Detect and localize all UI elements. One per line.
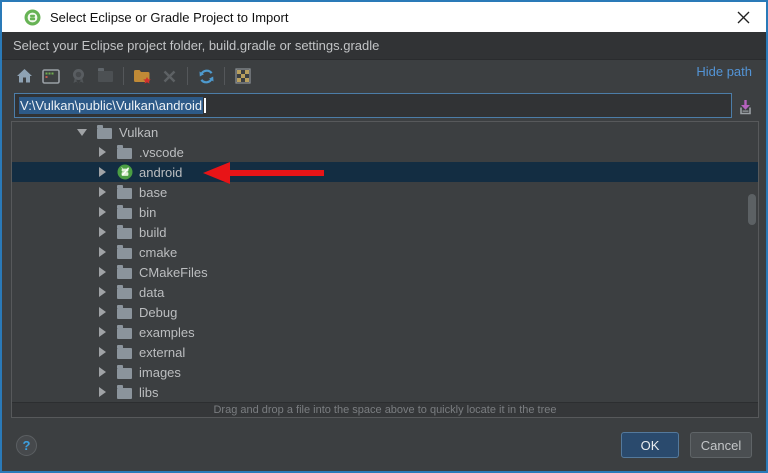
folder-icon [117,208,132,219]
chevron-icon[interactable] [98,167,107,177]
vertical-scrollbar[interactable] [748,194,756,225]
folder-icon [117,288,132,299]
tree-item-label: libs [139,385,159,400]
folder-icon [117,388,132,399]
desktop-button[interactable] [39,64,63,88]
desktop-icon [42,69,60,84]
android-studio-icon [24,9,41,26]
close-icon [737,11,750,24]
tree-row-bin[interactable]: bin [12,202,758,222]
tree-row-libs[interactable]: libs [12,382,758,402]
module-button [66,64,90,88]
refresh-icon [198,68,215,85]
tree-item-label: examples [139,325,195,340]
toolbar [12,62,258,90]
home-button[interactable] [12,64,36,88]
text-caret [204,98,206,113]
paste-path-button[interactable] [735,97,755,117]
delete-x-icon [163,70,176,83]
chevron-icon[interactable] [98,187,107,197]
paste-path-icon [737,99,754,116]
hide-path-link[interactable]: Hide path [696,64,752,79]
chevron-icon[interactable] [98,347,107,357]
folder-icon [117,148,132,159]
chevron-icon[interactable] [98,287,107,297]
show-hidden-icon [235,68,251,84]
folder-icon [117,348,132,359]
close-button[interactable] [721,2,766,32]
tree-item-label: images [139,365,181,380]
file-tree: Vulkan .vscode android [12,122,758,402]
tree-item-label: cmake [139,245,177,260]
folder-icon [117,308,132,319]
dialog-title: Select Eclipse or Gradle Project to Impo… [50,10,288,25]
tree-row-cmakefiles[interactable]: CMakeFiles [12,262,758,282]
path-selected-text: V:\Vulkan\public\Vulkan\android [19,97,203,114]
new-folder-icon [133,68,152,85]
show-hidden-button[interactable] [231,64,255,88]
folder-icon [98,71,113,82]
chevron-icon[interactable] [98,387,107,397]
chevron-icon[interactable] [98,267,107,277]
chevron-icon[interactable] [98,327,107,337]
cancel-button[interactable]: Cancel [690,432,752,458]
tree-item-label: CMakeFiles [139,265,208,280]
tree-row-debug[interactable]: Debug [12,302,758,322]
chevron-icon[interactable] [98,207,107,217]
home-icon [16,68,33,84]
dialog-footer: ? OK Cancel [2,419,766,471]
help-button[interactable]: ? [16,435,37,456]
folder-icon [117,328,132,339]
tree-item-label: data [139,285,164,300]
tree-item-label: android [139,165,182,180]
chevron-icon[interactable] [98,227,107,237]
path-input[interactable]: V:\Vulkan\public\Vulkan\android [14,93,732,118]
folder-icon [117,268,132,279]
tree-item-label: Debug [139,305,177,320]
folder-icon [117,228,132,239]
folder-icon [117,188,132,199]
drag-drop-hint: Drag and drop a file into the space abov… [12,402,758,417]
folder-icon [97,128,112,139]
dialog-subtitle: Select your Eclipse project folder, buil… [2,32,766,60]
refresh-button[interactable] [194,64,218,88]
tree-row-vulkan[interactable]: Vulkan [12,122,758,142]
folder-button [93,64,117,88]
tree-item-label: base [139,185,167,200]
title-bar: Select Eclipse or Gradle Project to Impo… [2,2,766,32]
tree-row-images[interactable]: images [12,362,758,382]
tree-row-data[interactable]: data [12,282,758,302]
folder-icon [117,368,132,379]
tree-item-label: bin [139,205,156,220]
new-folder-button[interactable] [130,64,154,88]
toolbar-separator [224,67,225,85]
ok-button[interactable]: OK [621,432,679,458]
chevron-icon[interactable] [78,127,87,137]
tree-row-build[interactable]: build [12,222,758,242]
tree-row-vscode[interactable]: .vscode [12,142,758,162]
tree-row-android[interactable]: android [12,162,758,182]
import-project-dialog: Select Eclipse or Gradle Project to Impo… [0,0,768,473]
chevron-icon[interactable] [98,147,107,157]
tree-item-label: external [139,345,185,360]
folder-icon [117,248,132,259]
chevron-icon[interactable] [98,307,107,317]
toolbar-separator [123,67,124,85]
toolbar-separator [187,67,188,85]
tree-row-examples[interactable]: examples [12,322,758,342]
tree-item-label: Vulkan [119,125,158,140]
file-tree-panel: Vulkan .vscode android [11,121,759,418]
tree-item-label: .vscode [139,145,184,160]
delete-button [157,64,181,88]
module-icon [70,68,87,85]
tree-row-base[interactable]: base [12,182,758,202]
android-module-icon [117,164,133,180]
tree-row-external[interactable]: external [12,342,758,362]
tree-item-label: build [139,225,166,240]
chevron-icon[interactable] [98,367,107,377]
tree-row-cmake[interactable]: cmake [12,242,758,262]
chevron-icon[interactable] [98,247,107,257]
